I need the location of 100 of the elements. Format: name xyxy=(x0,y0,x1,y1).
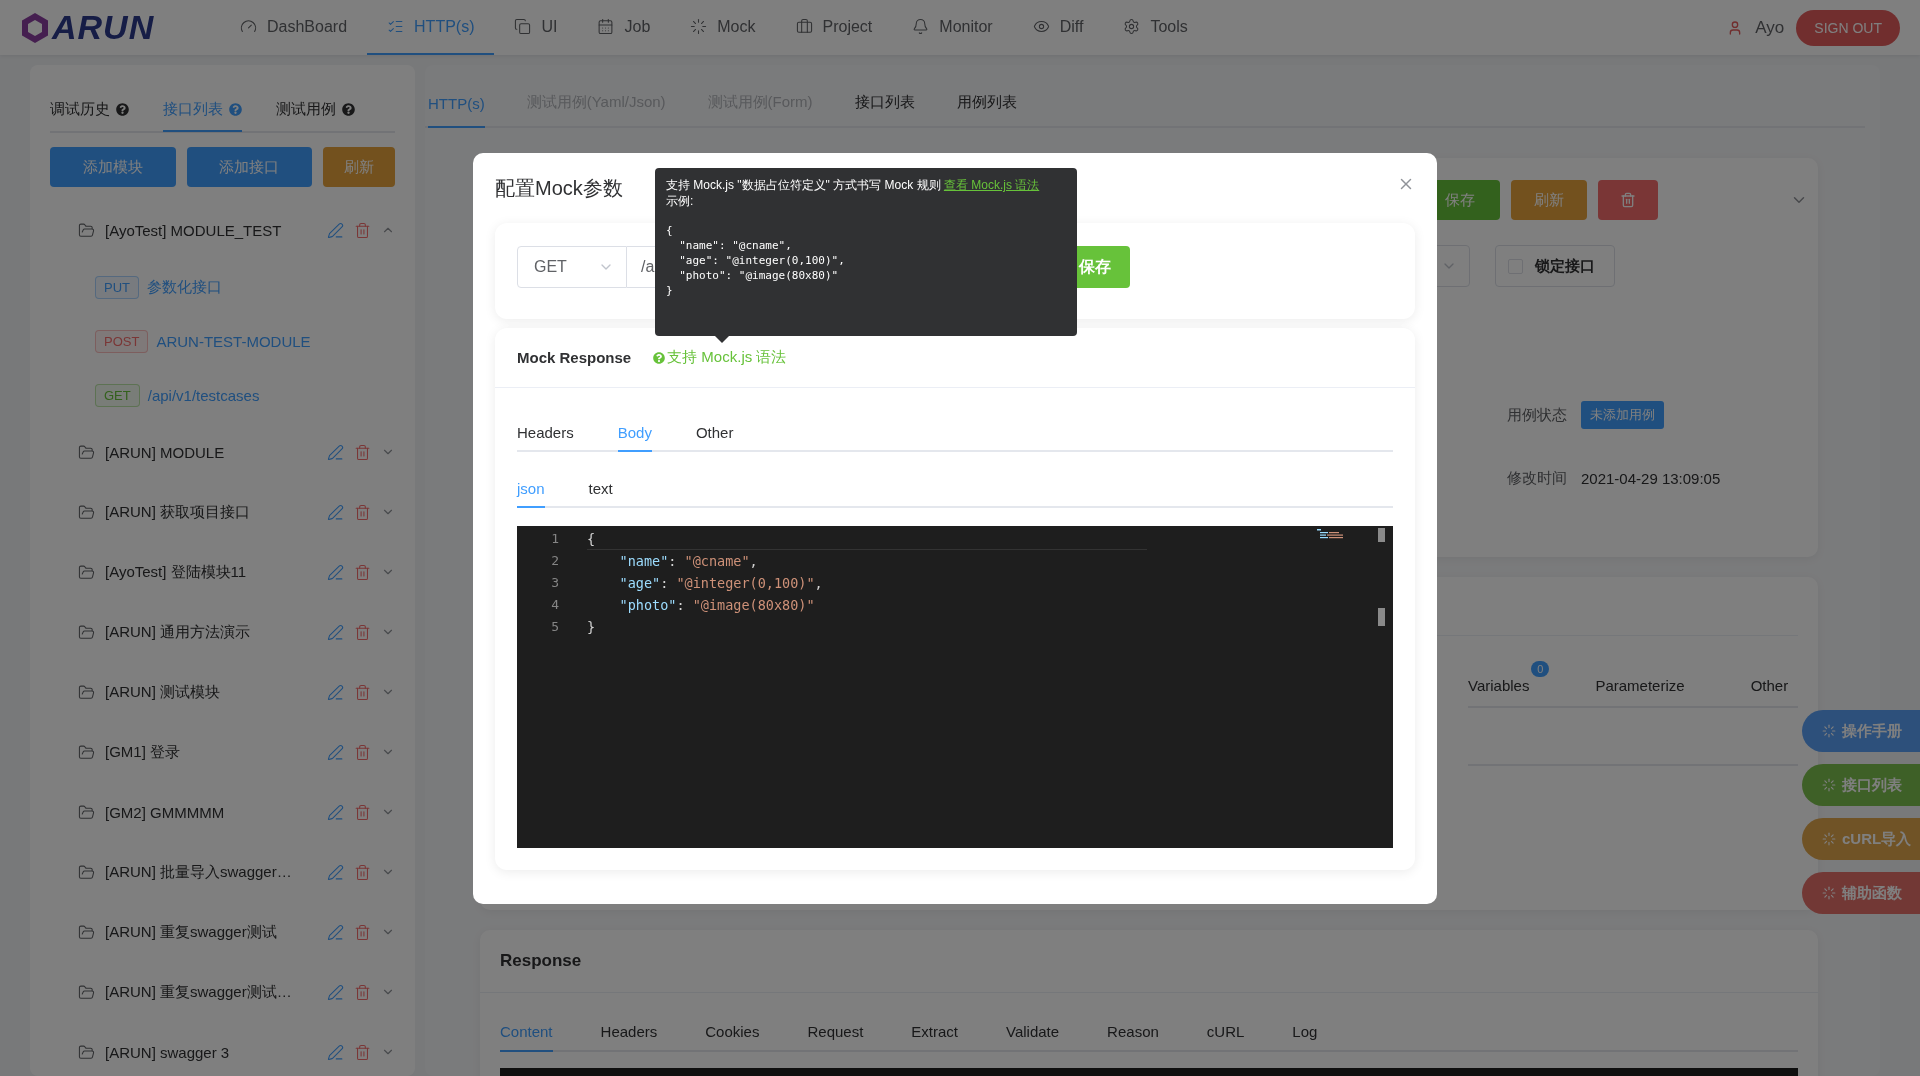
format-tab[interactable]: json xyxy=(517,480,545,508)
folder-icon xyxy=(78,563,95,581)
module-row[interactable]: [ARUN] 重复swagger测试 xyxy=(50,902,395,962)
edit-icon[interactable] xyxy=(327,983,344,1001)
edit-icon[interactable] xyxy=(327,923,344,941)
sidebar-button[interactable]: 添加接口 xyxy=(186,147,313,187)
trash-icon[interactable] xyxy=(354,863,371,881)
code-editor[interactable]: 1 2 3 4 5 { "name": "@cname", "age": "@integer(0,100)", "photo": "@image(80x80)" } xyxy=(517,526,1393,848)
lock-checkbox[interactable]: 锁定接口 xyxy=(1495,245,1615,287)
main-tab[interactable]: 用例列表 xyxy=(956,93,1017,128)
sign-out-button[interactable]: SIGN OUT xyxy=(1796,9,1900,46)
nav-tab[interactable]: Project xyxy=(775,0,893,55)
nav-tab[interactable]: Job xyxy=(577,0,671,55)
trash-icon[interactable] xyxy=(354,743,371,761)
module-row[interactable]: [ARUN] 通用方法演示 xyxy=(50,602,395,662)
edit-icon[interactable] xyxy=(327,623,344,641)
dialog-tab[interactable]: Headers xyxy=(517,424,574,452)
nav-tab[interactable]: Monitor xyxy=(892,0,1013,55)
edit-icon[interactable] xyxy=(327,863,344,881)
trash-icon[interactable] xyxy=(354,623,371,641)
module-name: [AyoTest] 登陆模块11 xyxy=(105,562,248,582)
response-tab[interactable]: Request xyxy=(807,1023,864,1052)
edit-icon[interactable] xyxy=(327,803,344,821)
module-row[interactable]: [AyoTest] MODULE_TEST xyxy=(50,200,395,260)
scrollbar-thumb[interactable] xyxy=(1378,528,1385,542)
module-name: [ARUN] MODULE xyxy=(105,443,226,461)
module-name: [ARUN] swagger 3 xyxy=(105,1043,231,1061)
folder-icon xyxy=(78,923,95,941)
module-row[interactable]: [AyoTest] 登陆模块11 xyxy=(50,542,395,602)
response-tab[interactable]: Validate xyxy=(1006,1023,1060,1052)
trash-icon[interactable] xyxy=(354,683,371,701)
field-label: 用例状态 xyxy=(1507,405,1567,425)
count-badge: 0 xyxy=(1531,661,1550,677)
scrollbar-thumb[interactable] xyxy=(1378,608,1385,626)
nav-icon xyxy=(1123,18,1141,35)
nav-tab[interactable]: Diff xyxy=(1012,0,1104,55)
sidebar-tab[interactable]: 接口列表 xyxy=(163,88,242,132)
edit-icon[interactable] xyxy=(327,221,344,239)
line-number: 4 xyxy=(550,596,560,614)
code-line: "name": "@cname", xyxy=(618,552,759,571)
module-row[interactable]: [ARUN] MODULE xyxy=(50,422,395,482)
delete-button[interactable] xyxy=(1598,180,1658,220)
trash-icon[interactable] xyxy=(354,803,371,821)
response-tab[interactable]: cURL xyxy=(1206,1023,1245,1052)
dialog-tab[interactable]: Other xyxy=(695,424,734,452)
edit-icon[interactable] xyxy=(327,563,344,581)
response-tab[interactable]: Log xyxy=(1292,1023,1318,1052)
nav-tab[interactable]: Mock xyxy=(670,0,776,55)
field-value: 2021-04-29 13:09:05 xyxy=(1581,470,1721,487)
trash-icon[interactable] xyxy=(354,503,371,521)
main-tab[interactable]: 接口列表 xyxy=(854,93,915,128)
response-tab[interactable]: Reason xyxy=(1107,1023,1159,1052)
edit-icon[interactable] xyxy=(327,1043,344,1061)
response-tab[interactable]: Cookies xyxy=(705,1023,760,1052)
app-logo: ARUN xyxy=(20,0,220,55)
docs-link[interactable]: 查看 Mock.js 语法 xyxy=(943,178,1040,192)
trash-icon[interactable] xyxy=(354,1043,371,1061)
edit-icon[interactable] xyxy=(327,743,344,761)
nav-icon xyxy=(912,18,930,35)
nav-tab[interactable]: DashBoard xyxy=(220,0,368,55)
sidebar-tab[interactable]: 测试用例 xyxy=(276,88,355,132)
response-tab[interactable]: Extract xyxy=(911,1023,958,1052)
api-link[interactable]: 参数化接口 xyxy=(147,277,222,297)
help-icon xyxy=(653,351,666,364)
sidebar-tab[interactable]: 调试历史 xyxy=(50,88,129,132)
dialog-tab[interactable]: Body xyxy=(617,424,652,452)
trash-icon[interactable] xyxy=(354,221,371,239)
api-link[interactable]: /api/v1/testcases xyxy=(147,386,260,404)
nav-tab[interactable]: Tools xyxy=(1103,0,1208,55)
format-tab[interactable]: text xyxy=(588,480,613,508)
module-name: [ARUN] 重复swagger测试 xyxy=(105,922,278,942)
module-row[interactable]: [ARUN] 获取项目接口 xyxy=(50,482,395,542)
edit-icon[interactable] xyxy=(327,683,344,701)
config-tab[interactable]: Parameterize xyxy=(1595,677,1685,706)
module-row[interactable]: [GM2] GMMMMM xyxy=(50,782,395,842)
field-label: 修改时间 xyxy=(1507,469,1567,488)
trash-icon[interactable] xyxy=(354,563,371,581)
edit-icon[interactable] xyxy=(327,503,344,521)
module-row[interactable]: [ARUN] 批量导入swagger… xyxy=(50,842,395,902)
nav-icon xyxy=(240,18,257,35)
trash-icon[interactable] xyxy=(354,923,371,941)
module-row[interactable]: [ARUN] 重复swagger测试… xyxy=(50,962,395,1022)
line-number: 3 xyxy=(550,574,560,592)
folder-icon xyxy=(78,683,95,701)
sidebar-button[interactable]: 添加模块 xyxy=(50,147,176,187)
folder-icon xyxy=(78,863,95,881)
module-name: [GM1] 登录 xyxy=(105,742,181,762)
response-tab[interactable]: Headers xyxy=(600,1023,658,1052)
module-row[interactable]: [ARUN] swagger 3 xyxy=(50,1022,395,1076)
syntax-hint[interactable]: 支持 Mock.js 语法 xyxy=(653,348,787,367)
edit-icon[interactable] xyxy=(327,443,344,461)
config-tab[interactable]: Other xyxy=(1750,677,1789,706)
trash-icon[interactable] xyxy=(354,443,371,461)
module-row[interactable]: [ARUN] 测试模块 xyxy=(50,662,395,722)
folder-icon xyxy=(78,1043,95,1061)
module-row[interactable]: [GM1] 登录 xyxy=(50,722,395,782)
trash-icon[interactable] xyxy=(354,983,371,1001)
method-select[interactable]: GET xyxy=(517,246,627,288)
floating-button[interactable]: 辅助函数 xyxy=(1802,872,1920,914)
nav-tab[interactable]: UI xyxy=(494,0,578,55)
